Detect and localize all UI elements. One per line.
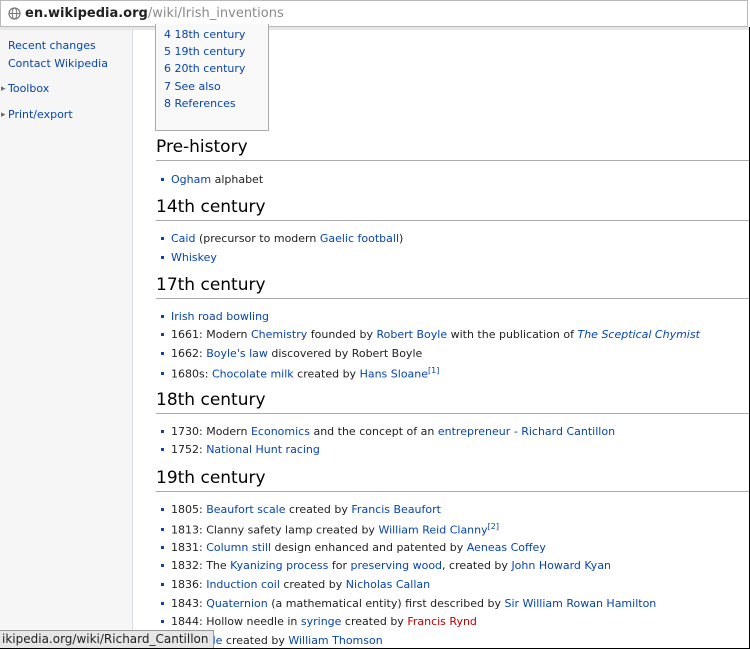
link-john-howard-kyan[interactable]: John Howard Kyan [511, 559, 611, 572]
list-item: Caid (precursor to modern Gaelic footbal… [161, 232, 403, 245]
sidebar-link-recent-changes[interactable]: Recent changes [8, 39, 96, 52]
url-host: en.wikipedia.org [25, 6, 148, 21]
url-path: /wiki/Irish_inventions [147, 6, 284, 21]
link-nicholas-callan[interactable]: Nicholas Callan [346, 578, 430, 591]
link-caid[interactable]: Caid [171, 232, 195, 245]
status-bar-link-preview: ikipedia.org/wiki/Richard_Cantillon [0, 630, 214, 649]
link-entrepreneur[interactable]: entrepreneur [438, 425, 510, 438]
toc-item[interactable]: 6 20th century [164, 62, 245, 75]
link-richard-cantillon[interactable]: Richard Cantillon [521, 425, 615, 438]
url-bar[interactable]: en.wikipedia.org/wiki/Irish_inventions [0, 0, 748, 27]
link-aeneas-coffey[interactable]: Aeneas Coffey [467, 541, 546, 554]
sidebar-link-contact-wikipedia[interactable]: Contact Wikipedia [8, 57, 108, 70]
list-item: 1843: Quaternion (a mathematical entity)… [161, 597, 656, 610]
url-text[interactable]: en.wikipedia.org/wiki/Irish_inventions [25, 6, 284, 21]
list-item: 1831: Column still design enhanced and p… [161, 541, 546, 554]
list-item: 1680s: Chocolate milk created by Hans Sl… [161, 366, 439, 381]
list-item: Whiskey [161, 251, 217, 264]
link-column-still[interactable]: Column still [206, 541, 271, 554]
globe-icon [8, 7, 21, 20]
sidebar-section-print-export[interactable]: Print/export [8, 108, 73, 121]
link-ogham[interactable]: Ogham [171, 173, 211, 186]
toc-item[interactable]: 8 References [164, 97, 236, 110]
link-national-hunt-racing[interactable]: National Hunt racing [206, 443, 320, 456]
list-item: 1813: Clanny safety lamp created by Will… [161, 522, 499, 537]
list-item: 1662: Boyle's law discovered by Robert B… [161, 347, 422, 360]
section-heading-prehistory: Pre-history [156, 137, 248, 157]
section-heading-18th-century: 18th century [156, 390, 266, 410]
list-item: 1661: Modern Chemistry founded by Robert… [161, 328, 700, 341]
heading-rule [156, 160, 750, 161]
toc-item[interactable]: 4 18th century [164, 28, 245, 41]
link-kyanizing-process[interactable]: Kyanizing process [230, 559, 328, 572]
sidebar-section-toolbox[interactable]: Toolbox [8, 82, 49, 95]
link-syringe[interactable]: syringe [301, 615, 342, 628]
link-william-rowan-hamilton[interactable]: Sir William Rowan Hamilton [504, 597, 656, 610]
link-william-thomson[interactable]: William Thomson [288, 634, 382, 647]
link-chemistry[interactable]: Chemistry [251, 328, 307, 341]
list-item: 1730: Modern Economics and the concept o… [161, 425, 615, 438]
citation-2[interactable]: [2] [488, 522, 499, 531]
link-quaternion[interactable]: Quaternion [206, 597, 268, 610]
toc-item[interactable]: 7 See also [164, 80, 221, 93]
link-economics[interactable]: Economics [251, 425, 310, 438]
list-item: Irish road bowling [161, 310, 269, 323]
link-hans-sloane[interactable]: Hans Sloane [360, 368, 428, 381]
link-robert-boyle[interactable]: Robert Boyle [377, 328, 448, 341]
link-beaufort-scale[interactable]: Beaufort scale [206, 503, 285, 516]
link-preserving-wood[interactable]: preserving wood [351, 559, 443, 572]
link-sceptical-chymist[interactable]: The Sceptical Chymist [577, 328, 699, 341]
list-item: 1752: National Hunt racing [161, 443, 320, 456]
section-heading-14th-century: 14th century [156, 197, 266, 217]
heading-rule [156, 491, 750, 492]
list-item: Ogham alphabet [161, 173, 263, 186]
citation-1[interactable]: [1] [428, 366, 439, 375]
link-francis-beaufort[interactable]: Francis Beaufort [351, 503, 441, 516]
section-heading-17th-century: 17th century [156, 275, 266, 295]
list-item: 1832: The Kyanizing process for preservi… [161, 559, 611, 572]
list-item: 1836: Induction coil created by Nicholas… [161, 578, 430, 591]
list-item: 1844: Hollow needle in syringe created b… [161, 615, 477, 628]
bullet [161, 177, 164, 181]
link-induction-coil[interactable]: Induction coil [206, 578, 280, 591]
table-of-contents: 4 18th century 5 19th century 6 20th cen… [155, 24, 269, 131]
toc-item[interactable]: 5 19th century [164, 45, 245, 58]
link-william-reid-clanny[interactable]: William Reid Clanny [378, 524, 487, 537]
link-boyles-law[interactable]: Boyle's law [206, 347, 268, 360]
collapse-arrow-icon[interactable]: ▸ [1, 84, 6, 94]
link-whiskey[interactable]: Whiskey [171, 251, 217, 264]
heading-rule [156, 413, 750, 414]
heading-rule [156, 220, 750, 221]
link-chocolate-milk[interactable]: Chocolate milk [212, 368, 294, 381]
article-content: 4 18th century 5 19th century 6 20th cen… [133, 24, 750, 649]
link-irish-road-bowling[interactable]: Irish road bowling [171, 310, 269, 323]
section-heading-19th-century: 19th century [156, 468, 266, 488]
collapse-arrow-icon[interactable]: ▸ [1, 110, 6, 120]
link-gaelic-football[interactable]: Gaelic football [320, 232, 399, 245]
heading-rule [156, 298, 750, 299]
sidebar: Recent changes Contact Wikipedia ▸ Toolb… [0, 30, 133, 649]
list-item: 1805: Beaufort scale created by Francis … [161, 503, 441, 516]
redlink-francis-rynd[interactable]: Francis Rynd [407, 615, 477, 628]
